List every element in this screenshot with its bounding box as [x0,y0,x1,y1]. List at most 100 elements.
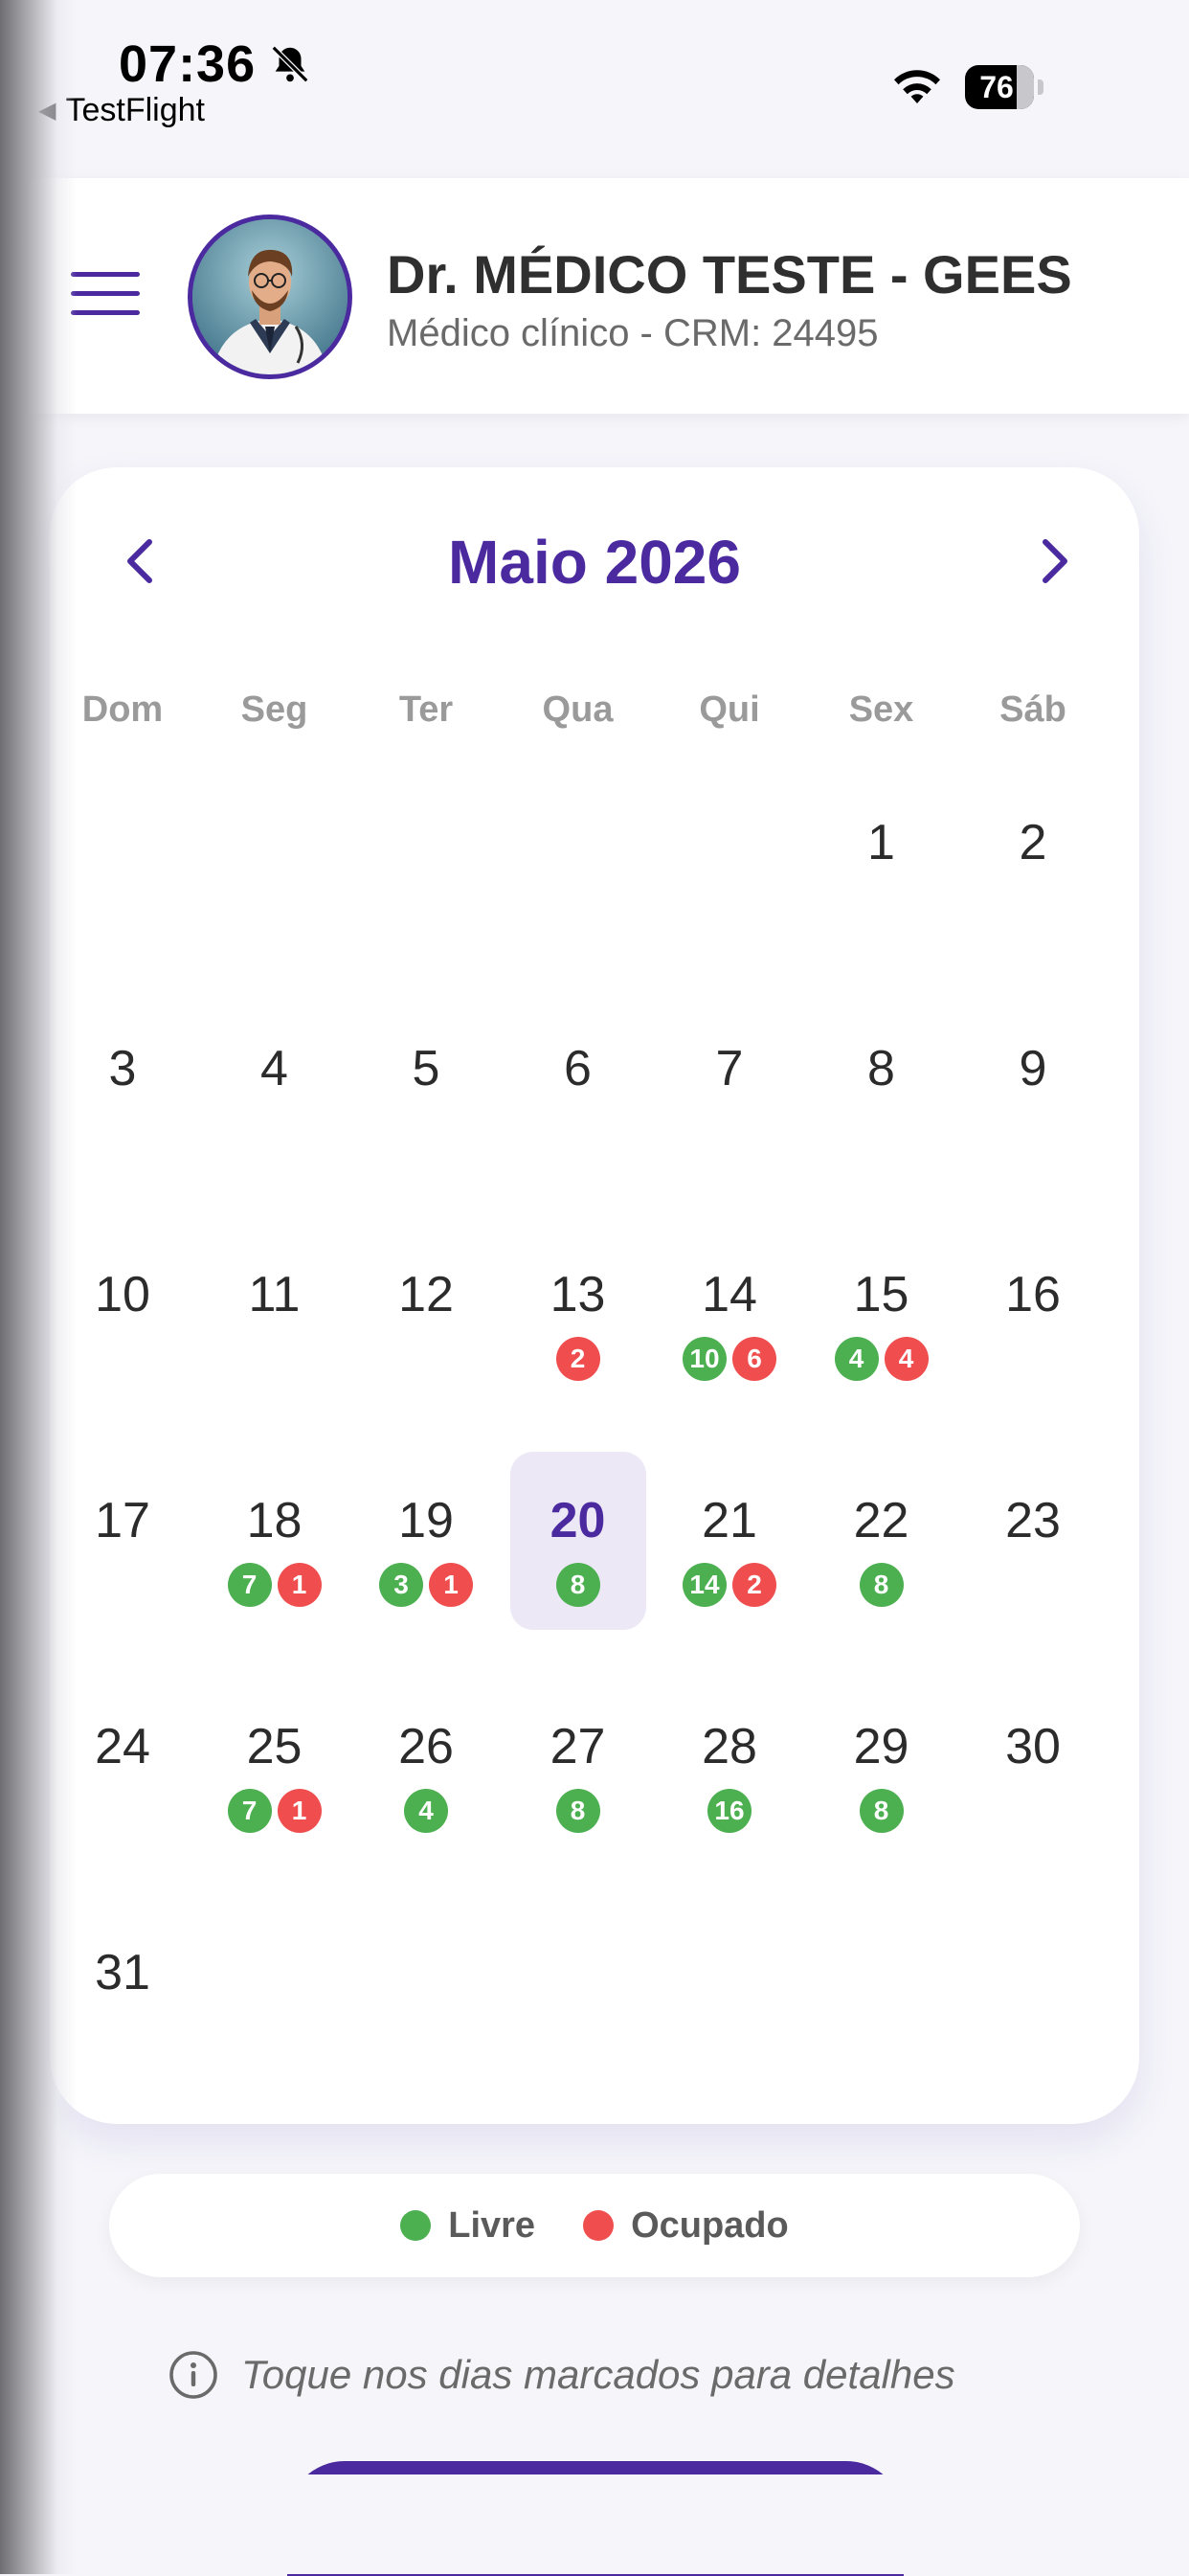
free-count-badge: 8 [555,1789,600,1833]
day-badges: 8 [814,1789,950,1833]
day-number: 26 [398,1719,454,1774]
busy-count-badge: 6 [732,1337,776,1381]
weekday-sex: Sex [848,689,914,730]
calendar-card: Maio 2026 Dom Seg Ter Qua Qui Sex Sáb 12345678… [50,467,1139,2124]
bell-muted-icon [271,45,309,83]
calendar-day-11[interactable]: 11 [207,1226,343,1404]
free-count-badge: 3 [379,1563,423,1607]
day-number: 6 [564,1041,592,1096]
day-badges: 8 [510,1563,646,1607]
calendar-day-6[interactable]: 6 [510,1000,646,1178]
legend-busy: Ocupado [583,2205,789,2247]
free-count-badge: 4 [404,1789,448,1833]
day-number: 11 [248,1267,301,1322]
wifi-icon [894,70,940,103]
calendar-day-18[interactable]: 18 7 1 [207,1452,343,1630]
calendar-day-4[interactable]: 4 [207,1000,343,1178]
day-number: 12 [398,1267,454,1322]
calendar-day-28[interactable]: 28 16 [662,1678,797,1856]
month-title: Maio 2026 [448,528,741,597]
calendar-day-5[interactable]: 5 [358,1000,494,1178]
free-count-badge: 7 [227,1563,272,1607]
calendar-day-15[interactable]: 15 4 4 [814,1226,950,1404]
avatar[interactable] [188,215,352,379]
weekday-ter: Ter [398,689,454,730]
free-count-badge: 10 [683,1337,727,1381]
free-count-badge: 16 [707,1789,752,1833]
calendar-day-8[interactable]: 8 [814,1000,950,1178]
calendar-day-27[interactable]: 27 8 [510,1678,646,1856]
legend-free-label: Livre [448,2204,536,2246]
weekday-row: Dom Seg Ter Qua Qui Sex Sáb [50,689,1139,737]
calendar-day-14[interactable]: 14 10 6 [662,1226,797,1404]
day-number: 7 [715,1041,744,1096]
calendar-day-16[interactable]: 16 [965,1226,1101,1404]
free-count-badge: 7 [227,1789,272,1833]
hint-text: Toque nos dias marcados para detalhes [241,2352,955,2397]
busy-dot-icon [583,2210,615,2241]
day-number: 14 [702,1267,757,1322]
calendar-day-23[interactable]: 23 [965,1452,1101,1630]
day-number: 1 [867,815,895,870]
day-badges: 31 [358,1563,494,1607]
day-badges: 71 [207,1789,343,1833]
bottom-mask [0,2474,1189,2574]
calendar-day-13[interactable]: 13 2 [510,1226,646,1404]
calendar-day-29[interactable]: 29 8 [814,1678,950,1856]
legend: Livre Ocupado [109,2174,1080,2277]
busy-count-badge: 1 [277,1789,322,1833]
day-number: 28 [702,1719,757,1774]
day-number: 22 [853,1493,909,1548]
busy-count-badge: 1 [429,1563,473,1607]
day-badges: 16 [662,1789,797,1833]
weekday-sáb: Sáb [999,689,1066,730]
status-bar: 07:36 ◀ TestFlight 76 [0,0,1189,172]
status-time: 07:36 [119,35,257,93]
free-count-badge: 8 [555,1563,600,1607]
battery-level: 76 [979,70,1014,104]
profile-header: Dr. MÉDICO TESTE - GEES Médico clínico -… [0,178,1189,414]
day-number: 29 [853,1719,909,1774]
calendar-day-25[interactable]: 25 7 1 [207,1678,343,1856]
calendar-day-1[interactable]: 1 [814,774,950,952]
calendar-day-26[interactable]: 26 4 [358,1678,494,1856]
hamburger-menu-icon[interactable] [71,272,140,316]
day-badges: 71 [207,1563,343,1607]
calendar-day-19[interactable]: 19 3 1 [358,1452,494,1630]
day-number: 9 [1019,1041,1047,1096]
calendar-day-2[interactable]: 2 [965,774,1101,952]
day-number: 19 [398,1493,454,1548]
weekday-qui: Qui [699,689,760,730]
doctor-subtitle: Médico clínico - CRM: 24495 [387,312,879,354]
calendar-day-7[interactable]: 7 [662,1000,797,1178]
day-number: 8 [867,1041,895,1096]
legend-free: Livre [400,2205,535,2247]
busy-count-badge: 4 [884,1337,929,1381]
doctor-name: Dr. MÉDICO TESTE - GEES [387,244,1072,305]
day-number: 21 [702,1493,757,1548]
calendar-day-21[interactable]: 21 14 2 [662,1452,797,1630]
chevron-right-icon[interactable] [1024,532,1082,590]
day-badges: 10 6 [662,1337,797,1381]
day-number: 13 [550,1267,606,1322]
day-number: 5 [412,1041,440,1096]
calendar-day-22[interactable]: 22 8 [814,1452,950,1630]
legend-busy-label: Ocupado [631,2204,789,2246]
free-count-badge: 8 [859,1563,904,1607]
busy-count-badge: 2 [555,1337,600,1381]
day-badges: 44 [814,1337,950,1381]
day-number: 23 [1005,1493,1061,1548]
day-number: 27 [550,1719,606,1774]
day-number: 16 [1005,1267,1061,1322]
back-app-label: TestFlight [65,92,205,128]
free-count-badge: 4 [834,1337,879,1381]
calendar-day-30[interactable]: 30 [965,1678,1101,1856]
busy-count-badge: 2 [732,1563,776,1607]
calendar-day-20[interactable]: 20 8 [509,1452,646,1630]
side-drawer-shadow [0,0,77,2574]
day-number: 4 [260,1041,288,1096]
calendar-day-9[interactable]: 9 [965,1000,1101,1178]
calendar-day-12[interactable]: 12 [358,1226,494,1404]
day-number: 25 [246,1719,303,1774]
busy-count-badge: 1 [277,1563,322,1607]
